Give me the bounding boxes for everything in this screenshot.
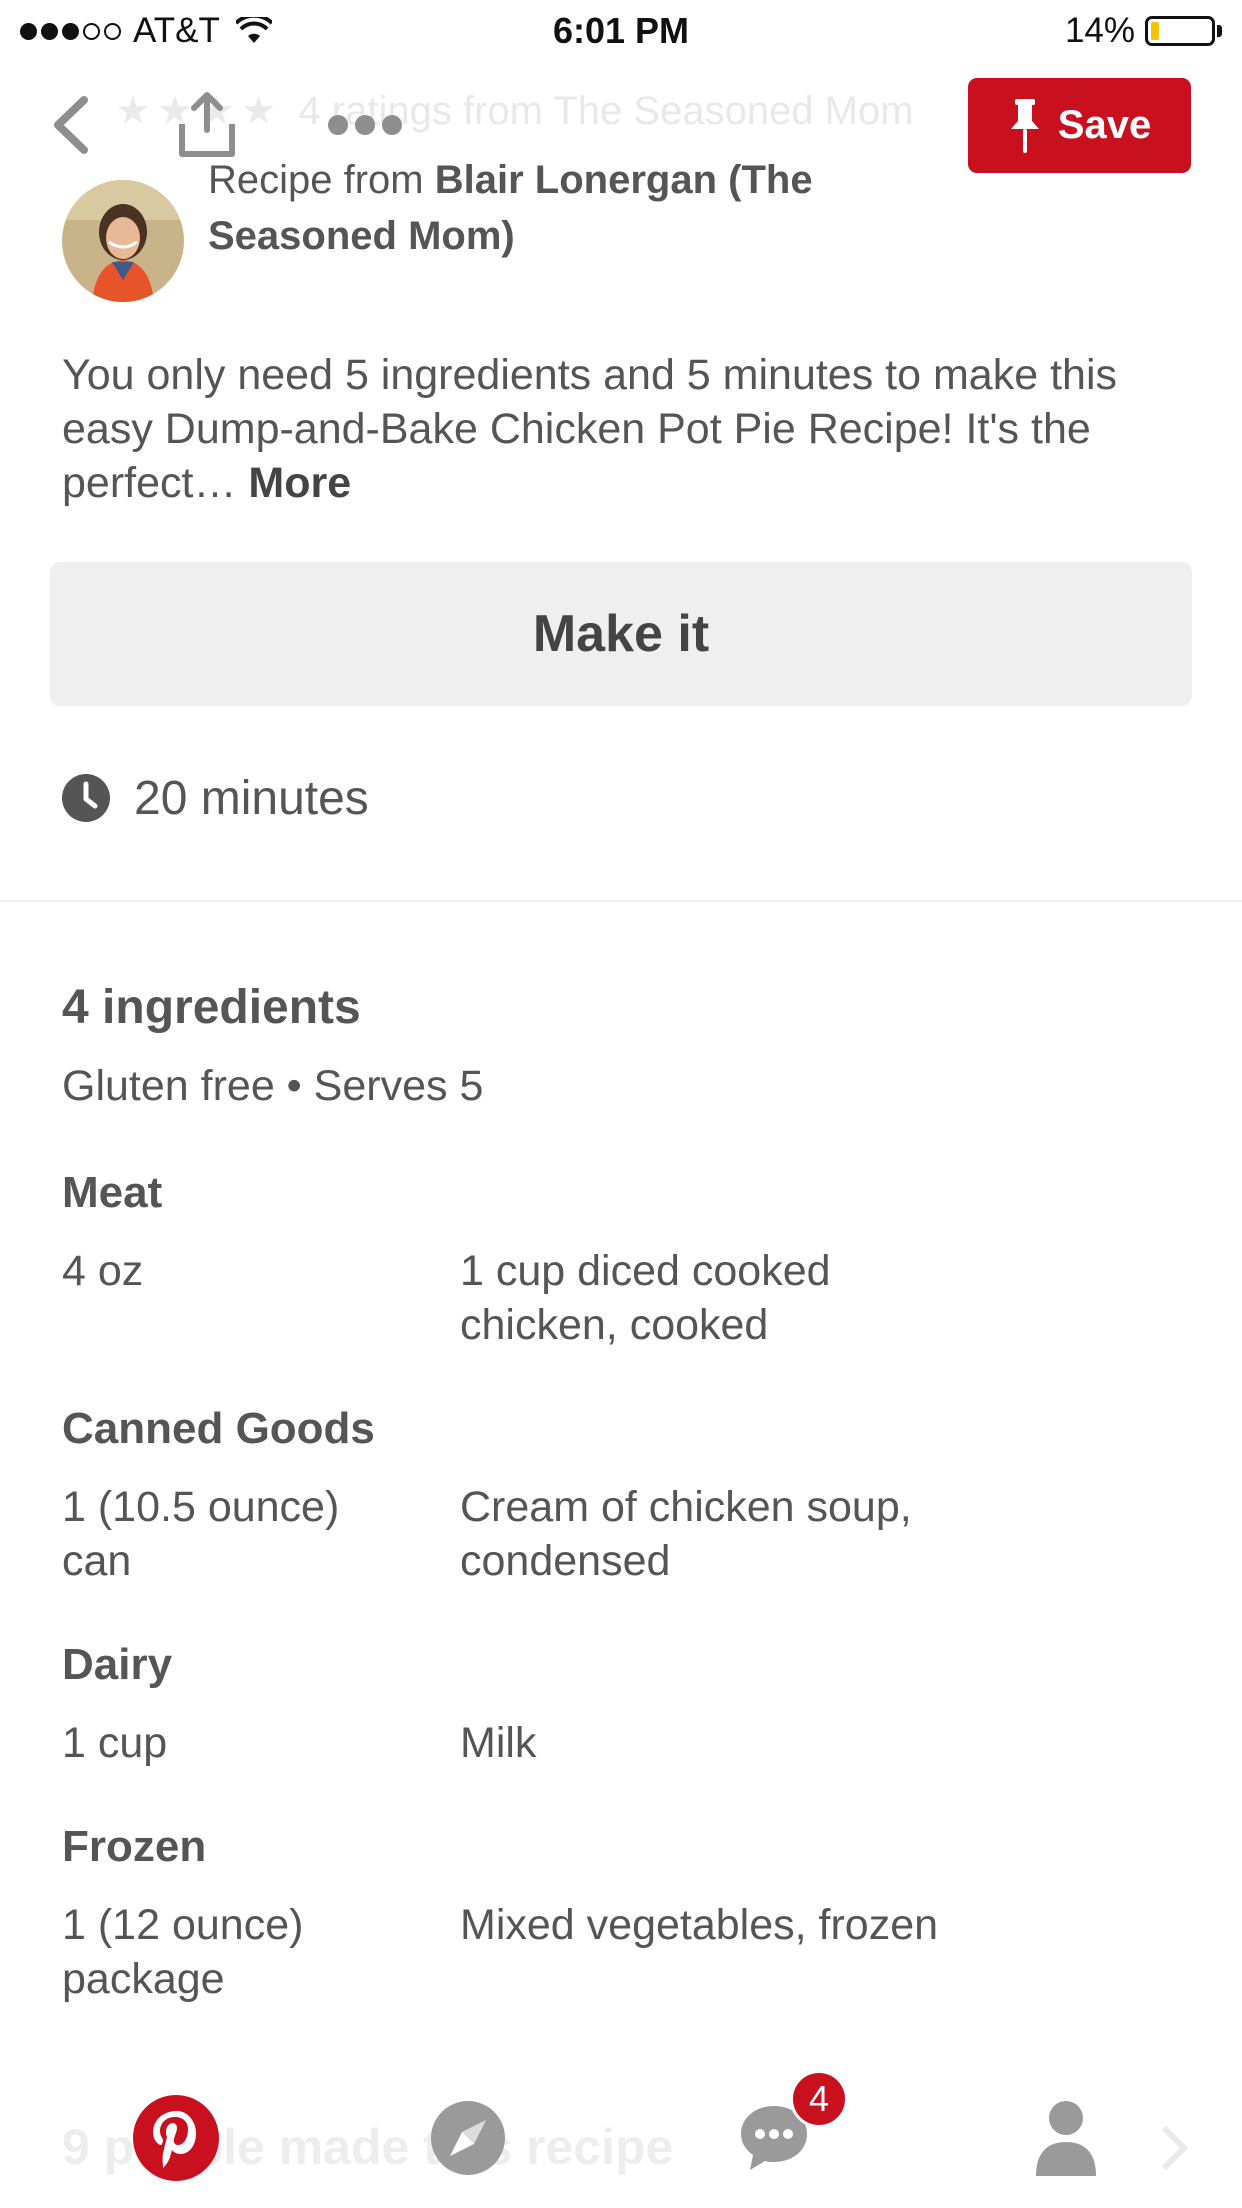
cook-time-text: 20 minutes	[134, 771, 369, 825]
source-author-line-2[interactable]: Seasoned Mom)	[208, 214, 515, 258]
ingredient-category: Canned Goods	[62, 1404, 375, 1453]
tab-profile[interactable]	[1016, 2088, 1116, 2188]
ingredients-meta: Gluten free • Serves 5	[62, 1062, 484, 1110]
quantity-line: 1 (10.5 ounce)	[62, 1483, 340, 1531]
ingredient-name: 1 cup diced cooked chicken, cooked	[460, 1244, 1160, 1352]
ingredient-category: Frozen	[62, 1822, 207, 1871]
ingredient-name: Cream of chicken soup, condensed	[460, 1480, 1160, 1588]
battery-percent: 14%	[1064, 11, 1135, 50]
tab-explore[interactable]	[418, 2088, 518, 2188]
ingredient-quantity: 4 oz	[62, 1244, 422, 1298]
tab-home[interactable]	[126, 2088, 226, 2188]
quantity-line: package	[62, 1955, 225, 2003]
ingredient-name: Mixed vegetables, frozen	[460, 1898, 1160, 1952]
ingredient-name: Milk	[460, 1716, 1160, 1770]
description-text: You only need 5 ingredients and 5 minute…	[62, 351, 1117, 507]
ingredient-category: Dairy	[62, 1640, 173, 1689]
author-avatar[interactable]	[62, 180, 184, 302]
more-icon[interactable]	[328, 112, 402, 138]
clock-icon	[62, 774, 110, 822]
status-bar: AT&T 6:01 PM 14%	[0, 0, 1242, 62]
pin-icon	[1010, 98, 1039, 153]
cook-time: 20 minutes	[62, 770, 369, 826]
name-line: Mixed vegetables, frozen	[460, 1901, 939, 1949]
messages-badge: 4	[790, 2070, 848, 2128]
battery-level	[1151, 22, 1159, 40]
battery-nub	[1217, 25, 1222, 37]
ingredient-quantity: 1 (12 ounce) package	[62, 1898, 422, 2006]
name-line: chicken, cooked	[460, 1301, 769, 1349]
source-line-1: Recipe from Blair Lonergan (The	[208, 152, 1108, 208]
ingredient-quantity: 1 cup	[62, 1716, 422, 1770]
tab-bar	[0, 2074, 1242, 2208]
name-line: Milk	[460, 1719, 537, 1767]
battery-icon	[1145, 16, 1215, 46]
name-line: condensed	[460, 1537, 671, 1585]
ingredients-title: 4 ingredients	[62, 981, 361, 1034]
make-it-button[interactable]: Make it	[50, 562, 1192, 706]
source-author[interactable]: Blair Lonergan (The	[435, 158, 813, 202]
name-line: 1 cup diced cooked	[460, 1247, 831, 1295]
explore-compass-icon	[431, 2101, 505, 2175]
section-divider	[0, 900, 1242, 902]
recipe-description: You only need 5 ingredients and 5 minute…	[62, 348, 1162, 510]
status-right: 14%	[1065, 10, 1222, 52]
ingredient-quantity: 1 (10.5 ounce) can	[62, 1480, 422, 1588]
quantity-line: 1 (12 ounce)	[62, 1901, 304, 1949]
quantity-line: 1 cup	[62, 1719, 168, 1767]
source-text: Recipe from Blair Lonergan (The Seasoned…	[208, 158, 1108, 264]
status-time: 6:01 PM	[552, 10, 690, 51]
profile-icon	[1036, 2101, 1096, 2176]
share-icon[interactable]	[176, 90, 238, 160]
pin-closeup-screen: AT&T 6:01 PM 14% ★★★★ 4 ratings from The…	[0, 0, 1242, 2208]
quantity-line: can	[62, 1537, 132, 1585]
save-label: Save	[1057, 103, 1152, 147]
more-link[interactable]: More	[248, 459, 351, 507]
ingredient-category: Meat	[62, 1168, 163, 1217]
recipe-source[interactable]: Recipe from Blair Lonergan (The Seasoned…	[62, 158, 1182, 302]
pinterest-home-icon	[133, 2095, 219, 2181]
back-icon[interactable]	[46, 92, 96, 158]
quantity-line: 4 oz	[62, 1247, 144, 1295]
name-line: Cream of chicken soup,	[460, 1483, 912, 1531]
source-prefix: Recipe from	[208, 158, 424, 202]
